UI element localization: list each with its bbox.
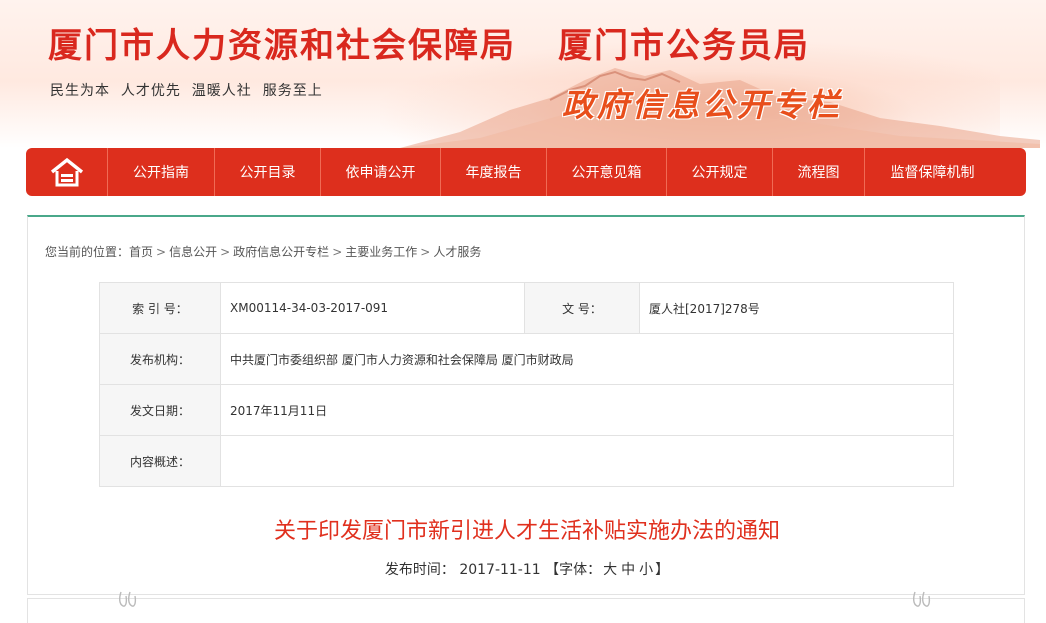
nav-item-annual-report[interactable]: 年度报告	[441, 148, 547, 196]
nav-item-supervision[interactable]: 监督保障机制	[865, 148, 1000, 196]
paperclip-icon	[912, 591, 931, 607]
meta-row-summary: 内容概述：	[99, 435, 954, 487]
breadcrumb-separator: >	[156, 245, 167, 259]
article-body-panel	[27, 598, 1025, 623]
font-size-medium[interactable]: 中	[621, 562, 635, 578]
paperclip-icon	[118, 591, 137, 607]
breadcrumb-talent-service[interactable]: 人才服务	[433, 245, 481, 259]
breadcrumb-prefix: 您当前的位置：	[45, 245, 130, 259]
breadcrumb-separator: >	[220, 245, 231, 259]
publish-label: 发布时间：	[384, 562, 455, 578]
breadcrumb-info-public[interactable]: 信息公开	[169, 245, 217, 259]
nav-item-feedback-box[interactable]: 公开意见箱	[547, 148, 667, 196]
publish-info: 发布时间： 2017-11-11 【字体：大中小】	[28, 559, 1026, 579]
nav-item-on-request[interactable]: 依申请公开	[321, 148, 441, 196]
font-size-close: 】	[655, 562, 670, 578]
docno-label: 文 号：	[524, 282, 640, 334]
meta-row-date: 发文日期： 2017年11月11日	[99, 384, 954, 436]
nav-item-rules[interactable]: 公开规定	[667, 148, 773, 196]
font-size-large[interactable]: 大	[603, 562, 617, 578]
publish-date: 2017-11-11	[459, 562, 541, 578]
breadcrumb-separator: >	[420, 245, 431, 259]
breadcrumb: 您当前的位置：首页 > 信息公开 > 政府信息公开专栏 > 主要业务工作 > 人才服务	[45, 243, 481, 260]
nav-home[interactable]	[26, 148, 108, 196]
date-label: 发文日期：	[99, 384, 221, 436]
date-value: 2017年11月11日	[220, 384, 954, 436]
summary-value	[220, 435, 954, 487]
site-title-right: 厦门市公务员局	[558, 26, 810, 66]
nav-item-flowchart[interactable]: 流程图	[773, 148, 865, 196]
breadcrumb-home[interactable]: 首页	[129, 245, 153, 259]
column-title: 政府信息公开专栏	[562, 86, 843, 124]
article-title: 关于印发厦门市新引进人才生活补贴实施办法的通知	[273, 519, 780, 544]
breadcrumb-gov-column[interactable]: 政府信息公开专栏	[233, 245, 329, 259]
nav-item-catalog[interactable]: 公开目录	[215, 148, 321, 196]
home-icon	[50, 157, 83, 187]
site-title-left: 厦门市人力资源和社会保障局	[48, 26, 516, 66]
breadcrumb-separator: >	[332, 245, 343, 259]
docno-value: 厦人社[2017]278号	[639, 282, 954, 334]
site-header: 厦门市人力资源和社会保障局 厦门市公务员局 民生为本 人才优先 温暖人社 服务至上…	[0, 0, 1046, 148]
site-slogan: 民生为本 人才优先 温暖人社 服务至上	[50, 83, 323, 99]
nav-item-guide[interactable]: 公开指南	[108, 148, 215, 196]
meta-row-org: 发布机构： 中共厦门市委组织部 厦门市人力资源和社会保障局 厦门市财政局	[99, 333, 954, 385]
summary-label: 内容概述：	[99, 435, 221, 487]
font-size-open: 【字体：	[545, 562, 602, 578]
breadcrumb-main-work[interactable]: 主要业务工作	[345, 245, 417, 259]
index-label: 索 引 号：	[99, 282, 221, 334]
org-label: 发布机构：	[99, 333, 221, 385]
main-nav: 公开指南 公开目录 依申请公开 年度报告 公开意见箱 公开规定 流程图 监督保障…	[26, 148, 1026, 196]
site-title: 厦门市人力资源和社会保障局 厦门市公务员局	[48, 18, 810, 67]
org-value: 中共厦门市委组织部 厦门市人力资源和社会保障局 厦门市财政局	[220, 333, 954, 385]
font-size-small[interactable]: 小	[639, 562, 653, 578]
document-meta-table: 索 引 号： XM00114-34-03-2017-091 文 号： 厦人社[2…	[99, 282, 954, 487]
meta-row-index: 索 引 号： XM00114-34-03-2017-091 文 号： 厦人社[2…	[99, 282, 954, 334]
index-value: XM00114-34-03-2017-091	[220, 282, 525, 334]
content-panel: 您当前的位置：首页 > 信息公开 > 政府信息公开专栏 > 主要业务工作 > 人才服务 索 引 …	[27, 215, 1025, 595]
